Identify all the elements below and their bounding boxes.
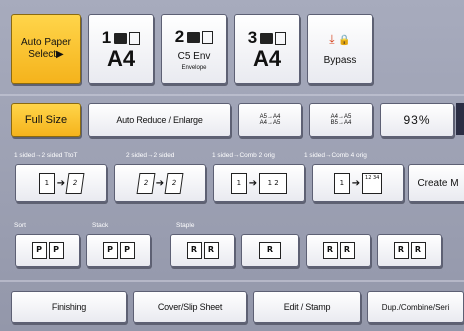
create-margin-label: Create M xyxy=(417,177,459,189)
bypass-label: Bypass xyxy=(323,55,357,66)
tray2-number: 2 xyxy=(174,27,185,46)
tray2-button[interactable]: 2 C5 Env Envelope xyxy=(161,14,227,84)
paper-orientation-icon xyxy=(202,30,214,44)
auto-reduce-enlarge-button[interactable]: Auto Reduce / Enlarge xyxy=(88,103,231,137)
tab-cover-slip-sheet[interactable]: Cover/Slip Sheet xyxy=(133,291,247,323)
duplex-label-3: 1 sided→Comb 2 orig xyxy=(212,152,275,159)
tray3-paper-size: A4 xyxy=(252,46,282,71)
tab-finishing-label: Finishing xyxy=(51,302,87,312)
combine-2-button[interactable]: 1 ➔ 1 2 xyxy=(213,164,305,202)
tab-dup-label: Dup./Combine/Seri xyxy=(381,302,450,312)
zoom-percent-value: 93% xyxy=(403,113,431,127)
paper-orientation-icon xyxy=(129,31,141,45)
duplex-label-4: 1 sided→Comb 4 orig xyxy=(304,152,367,159)
tray1-button[interactable]: 1 A4 xyxy=(88,14,154,84)
sort-icon: PP xyxy=(16,235,79,266)
full-size-button[interactable]: Full Size xyxy=(11,103,81,137)
auto-reduce-label: Auto Reduce / Enlarge xyxy=(116,115,203,125)
paper-orientation-icon xyxy=(275,31,287,45)
zoom-percent-button[interactable]: 93% xyxy=(380,103,454,137)
preset2-line2: B5→A4 xyxy=(330,120,352,126)
one-to-two-sided-icon: 1 ➔ 2 xyxy=(16,165,106,201)
combine-two-icon: 1 ➔ 1 2 xyxy=(214,165,304,201)
stack-label: Stack xyxy=(92,222,109,229)
tray2-paper-size: C5 Env xyxy=(177,51,211,62)
auto-paper-label-line2: Select▶ xyxy=(28,49,64,60)
duplex-label-1: 1 sided→2 sided TtoT xyxy=(14,152,78,159)
staple-label: Staple xyxy=(176,222,195,229)
combine-4-button[interactable]: 1 ➔ 12 34 xyxy=(312,164,404,202)
tab-edit-label: Edit / Stamp xyxy=(283,302,331,312)
two-to-two-sided-icon: 2 ➔ 2 xyxy=(115,165,205,201)
tab-dup-combine-series[interactable]: Dup./Combine/Seri xyxy=(367,291,464,323)
tray1-paper-size: A4 xyxy=(106,46,136,71)
staple-two-left-icon: RR xyxy=(307,235,370,266)
zoom-preset2-button[interactable]: A4→A5 B5→A4 xyxy=(309,103,373,137)
tab-finishing[interactable]: Finishing xyxy=(11,291,127,323)
stack-button[interactable]: PP xyxy=(86,234,151,267)
staple-top-right-button[interactable]: R xyxy=(241,234,299,267)
tray1-number: 1 xyxy=(101,28,112,47)
bypass-tray-icon: ⤓ 🔒 xyxy=(329,32,351,46)
tray-icon xyxy=(260,32,274,44)
stack-icon: PP xyxy=(87,235,150,266)
copier-panel: Auto Paper Select▶ 1 A4 2 C5 Env Envelop… xyxy=(0,0,464,331)
tab-cover-label: Cover/Slip Sheet xyxy=(157,302,223,312)
duplex-label-2: 2 sided→2 sided xyxy=(126,152,175,159)
full-size-label: Full Size xyxy=(24,114,68,126)
tab-edit-stamp[interactable]: Edit / Stamp xyxy=(253,291,361,323)
auto-paper-label-line1: Auto Paper xyxy=(20,37,72,48)
tray-icon xyxy=(187,31,201,43)
staple-two-left-button[interactable]: RR xyxy=(306,234,371,267)
tray3-number: 3 xyxy=(247,28,258,47)
staple-two-top-icon: RR xyxy=(378,235,441,266)
auto-paper-select-button[interactable]: Auto Paper Select▶ xyxy=(11,14,81,84)
zoom-preset1-button[interactable]: A5→A4 A4→A5 xyxy=(238,103,302,137)
create-margin-button[interactable]: Create M xyxy=(408,164,464,202)
preset1-line2: A4→A5 xyxy=(259,120,281,126)
tray2-paper-type: Envelope xyxy=(181,65,207,71)
sort-label: Sort xyxy=(14,222,26,229)
sort-button[interactable]: PP xyxy=(15,234,80,267)
staple-top-right-icon: R xyxy=(242,235,298,266)
duplex-2to2-button[interactable]: 2 ➔ 2 xyxy=(114,164,206,202)
tray3-button[interactable]: 3 A4 xyxy=(234,14,300,84)
zoom-scroll-edge xyxy=(456,103,464,135)
tray-icon xyxy=(114,32,128,44)
staple-top-left-button[interactable]: RR xyxy=(170,234,235,267)
duplex-1to2-button[interactable]: 1 ➔ 2 xyxy=(15,164,107,202)
staple-top-left-icon: RR xyxy=(171,235,234,266)
staple-two-top-button[interactable]: RR xyxy=(377,234,442,267)
combine-four-icon: 1 ➔ 12 34 xyxy=(313,165,403,201)
bypass-button[interactable]: ⤓ 🔒 Bypass xyxy=(307,14,373,84)
